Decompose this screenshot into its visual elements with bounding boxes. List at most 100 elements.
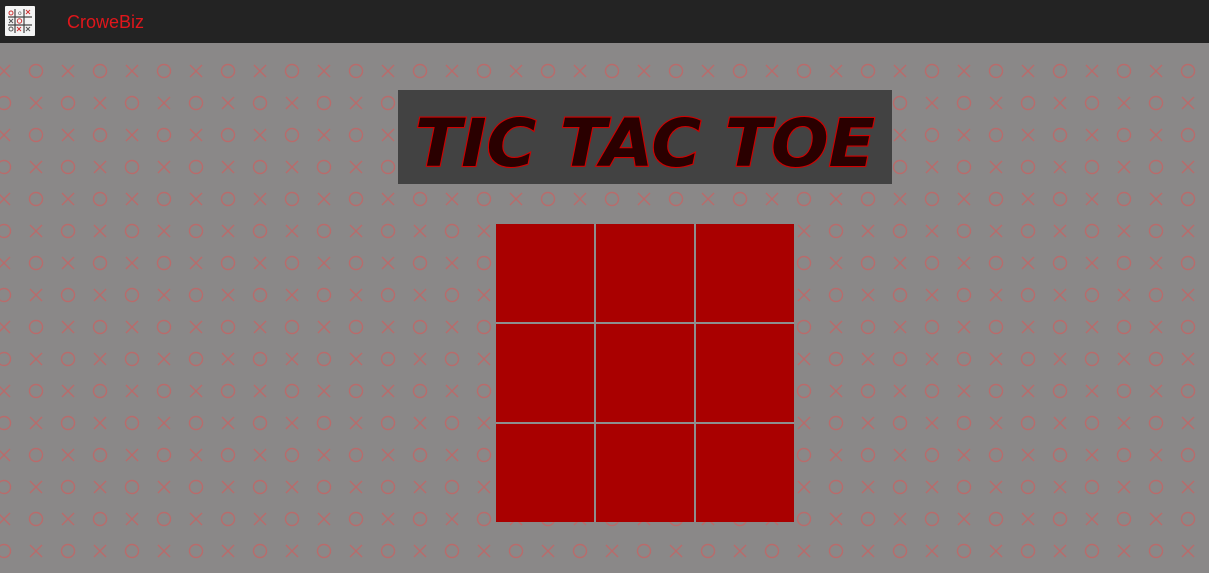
o-pattern-mark [60, 159, 76, 175]
o-pattern-mark [92, 319, 108, 335]
o-pattern-mark [284, 383, 300, 399]
x-pattern-mark [829, 320, 843, 334]
o-pattern-mark [28, 319, 44, 335]
x-pattern-mark [1149, 128, 1163, 142]
x-pattern-mark [733, 544, 747, 558]
o-pattern-mark [828, 351, 844, 367]
o-pattern-mark [1084, 95, 1100, 111]
x-pattern-mark [413, 352, 427, 366]
x-pattern-mark [317, 64, 331, 78]
o-pattern-mark [380, 287, 396, 303]
o-pattern-mark [636, 543, 652, 559]
o-pattern-mark [412, 63, 428, 79]
o-pattern-mark [0, 415, 12, 431]
x-pattern-mark [1085, 320, 1099, 334]
x-pattern-mark [349, 480, 363, 494]
o-pattern-mark [60, 415, 76, 431]
x-pattern-mark [317, 256, 331, 270]
x-pattern-mark [61, 192, 75, 206]
o-pattern-mark [444, 223, 460, 239]
x-pattern-mark [765, 192, 779, 206]
o-pattern-mark [92, 127, 108, 143]
board-cell-3[interactable] [696, 224, 794, 322]
o-pattern-mark [1084, 543, 1100, 559]
o-pattern-mark [28, 191, 44, 207]
o-pattern-mark [956, 543, 972, 559]
x-pattern-mark [893, 128, 907, 142]
x-pattern-mark [1181, 96, 1195, 110]
x-pattern-mark [989, 416, 1003, 430]
o-pattern-mark [188, 415, 204, 431]
board-cell-5[interactable] [596, 324, 694, 422]
o-pattern-mark [956, 479, 972, 495]
x-pattern-mark [925, 480, 939, 494]
x-pattern-mark [349, 96, 363, 110]
o-pattern-mark [156, 63, 172, 79]
o-pattern-mark [380, 351, 396, 367]
x-pattern-mark [893, 512, 907, 526]
board-cell-2[interactable] [596, 224, 694, 322]
x-pattern-mark [61, 320, 75, 334]
o-pattern-mark [156, 447, 172, 463]
x-pattern-mark [93, 352, 107, 366]
o-pattern-mark [828, 415, 844, 431]
o-pattern-mark [892, 287, 908, 303]
o-pattern-mark [988, 255, 1004, 271]
o-pattern-mark [1116, 191, 1132, 207]
x-pattern-mark [1117, 160, 1131, 174]
board-cell-8[interactable] [596, 424, 694, 522]
x-pattern-mark [1085, 128, 1099, 142]
brand-link[interactable]: CroweBiz [67, 12, 144, 32]
x-pattern-mark [0, 448, 11, 462]
board-cell-7[interactable] [496, 424, 594, 522]
board-cell-1[interactable] [496, 224, 594, 322]
o-pattern-mark [476, 63, 492, 79]
o-pattern-mark [1148, 159, 1164, 175]
board-cell-4[interactable] [496, 324, 594, 422]
o-pattern-mark [188, 159, 204, 175]
o-pattern-mark [988, 127, 1004, 143]
o-pattern-mark [1148, 223, 1164, 239]
board-cell-9[interactable] [696, 424, 794, 522]
board-cell-6[interactable] [696, 324, 794, 422]
x-pattern-mark [0, 384, 11, 398]
o-pattern-mark [796, 191, 812, 207]
o-pattern-mark [220, 127, 236, 143]
x-pattern-mark [893, 448, 907, 462]
o-pattern-mark [1116, 319, 1132, 335]
o-pattern-mark [412, 511, 428, 527]
x-pattern-mark [413, 416, 427, 430]
x-pattern-mark [125, 320, 139, 334]
tic-tac-toe-logo-icon[interactable]: o [5, 6, 35, 36]
x-pattern-mark [893, 192, 907, 206]
o-pattern-mark [860, 447, 876, 463]
x-pattern-mark [1181, 416, 1195, 430]
x-pattern-mark [637, 192, 651, 206]
x-pattern-mark [989, 544, 1003, 558]
x-pattern-mark [509, 64, 523, 78]
o-pattern-mark [92, 447, 108, 463]
o-pattern-mark [860, 63, 876, 79]
o-pattern-mark [444, 543, 460, 559]
x-pattern-mark [285, 288, 299, 302]
o-pattern-mark [252, 415, 268, 431]
x-pattern-mark [1085, 256, 1099, 270]
x-pattern-mark [925, 544, 939, 558]
x-pattern-mark [957, 128, 971, 142]
o-pattern-mark [924, 447, 940, 463]
o-pattern-mark [316, 543, 332, 559]
o-pattern-mark [284, 191, 300, 207]
x-pattern-mark [317, 128, 331, 142]
x-pattern-mark [125, 192, 139, 206]
x-pattern-mark [253, 64, 267, 78]
x-pattern-mark [1085, 448, 1099, 462]
o-pattern-mark [860, 255, 876, 271]
o-pattern-mark [220, 383, 236, 399]
x-pattern-mark [1149, 64, 1163, 78]
x-pattern-mark [1181, 288, 1195, 302]
x-pattern-mark [189, 256, 203, 270]
x-pattern-mark [93, 416, 107, 430]
x-pattern-mark [93, 288, 107, 302]
x-pattern-mark [189, 448, 203, 462]
x-pattern-mark [797, 480, 811, 494]
